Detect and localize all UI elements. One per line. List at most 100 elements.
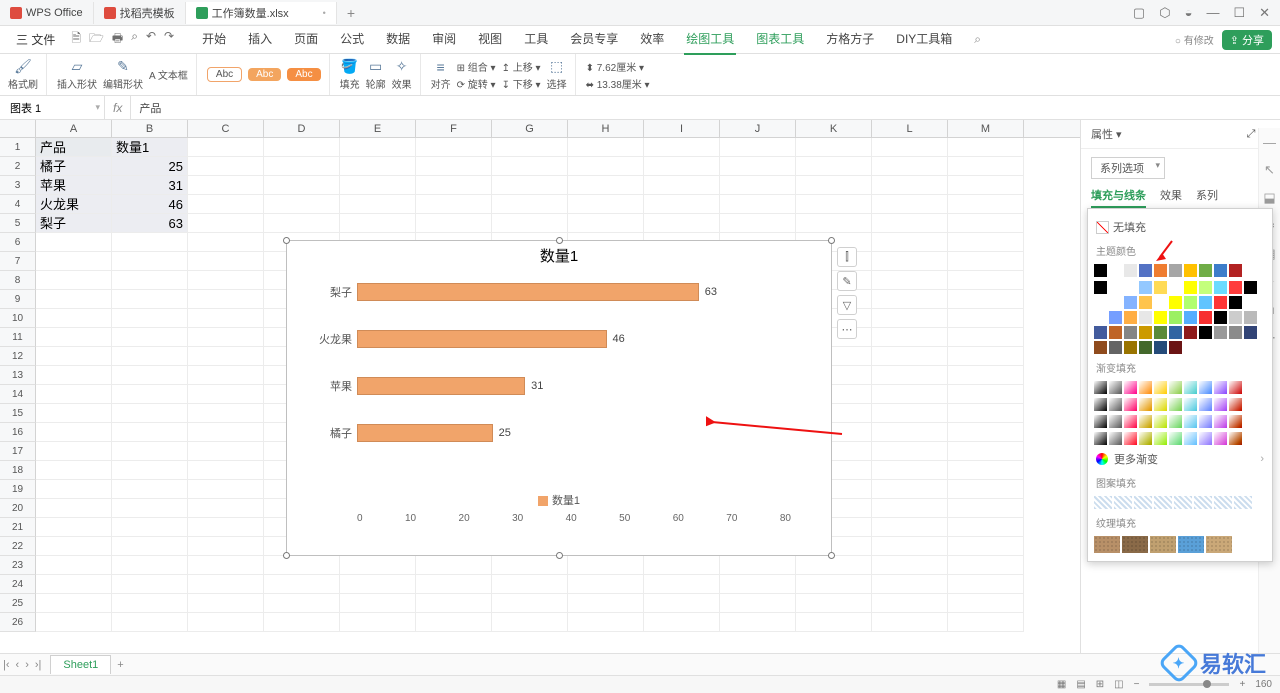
cell[interactable] <box>416 138 492 157</box>
color-swatch[interactable] <box>1154 281 1167 294</box>
color-swatch[interactable] <box>1184 296 1197 309</box>
color-swatch[interactable] <box>1244 296 1257 309</box>
color-swatch[interactable] <box>1169 326 1182 339</box>
cell[interactable] <box>340 594 416 613</box>
cell[interactable] <box>340 613 416 632</box>
cell[interactable] <box>416 214 492 233</box>
cell[interactable] <box>188 233 264 252</box>
cell[interactable] <box>948 613 1024 632</box>
cell[interactable] <box>416 613 492 632</box>
cell[interactable] <box>872 385 948 404</box>
col-header-A[interactable]: A <box>36 120 112 137</box>
color-swatch[interactable] <box>1244 281 1257 294</box>
cell[interactable] <box>416 157 492 176</box>
col-header-F[interactable]: F <box>416 120 492 137</box>
tab-insert[interactable]: 插入 <box>246 24 274 55</box>
row-header[interactable]: 17 <box>0 442 36 461</box>
cell[interactable] <box>188 518 264 537</box>
cell[interactable] <box>872 442 948 461</box>
col-header-G[interactable]: G <box>492 120 568 137</box>
cell[interactable] <box>948 404 1024 423</box>
row-header[interactable]: 12 <box>0 347 36 366</box>
open-icon[interactable]: 🗁 <box>89 29 104 50</box>
gradient-swatch[interactable] <box>1229 381 1242 394</box>
cell[interactable] <box>416 195 492 214</box>
cell[interactable] <box>416 575 492 594</box>
color-swatch[interactable] <box>1199 326 1212 339</box>
cell[interactable] <box>112 423 188 442</box>
color-swatch[interactable] <box>1124 281 1137 294</box>
cell[interactable] <box>644 195 720 214</box>
sheet-prev-icon[interactable]: ‹ <box>13 659 23 671</box>
cell[interactable] <box>492 575 568 594</box>
gradient-swatch[interactable] <box>1199 398 1212 411</box>
chart-elements-button[interactable]: ⫿ <box>837 247 857 267</box>
col-header-C[interactable]: C <box>188 120 264 137</box>
cell[interactable] <box>948 537 1024 556</box>
cell[interactable] <box>796 176 872 195</box>
tab-diy[interactable]: DIY工具箱 <box>894 24 954 55</box>
cell[interactable] <box>188 252 264 271</box>
cell[interactable] <box>948 157 1024 176</box>
tab-fanggezi[interactable]: 方格方子 <box>824 24 876 55</box>
shape-height-input[interactable]: ⬍ 7.62厘米 ▾ <box>586 59 650 74</box>
cell[interactable] <box>188 271 264 290</box>
cell[interactable] <box>568 214 644 233</box>
cell[interactable] <box>568 157 644 176</box>
tab-chart-tools[interactable]: 图表工具 <box>754 24 806 55</box>
color-swatch[interactable] <box>1139 311 1152 324</box>
resize-handle[interactable] <box>556 552 563 559</box>
color-swatch[interactable] <box>1214 264 1227 277</box>
cell[interactable] <box>644 138 720 157</box>
subtab-series[interactable]: 系列 <box>1196 187 1218 208</box>
color-swatch[interactable] <box>1094 296 1107 309</box>
cell[interactable] <box>872 461 948 480</box>
cell[interactable] <box>644 556 720 575</box>
cell[interactable] <box>872 575 948 594</box>
row-header[interactable]: 15 <box>0 404 36 423</box>
cell[interactable] <box>340 195 416 214</box>
cell[interactable] <box>416 594 492 613</box>
chart-filter-button[interactable]: ▽ <box>837 295 857 315</box>
color-swatch[interactable] <box>1094 311 1107 324</box>
cell[interactable] <box>568 613 644 632</box>
row-header[interactable]: 10 <box>0 309 36 328</box>
cell[interactable] <box>188 214 264 233</box>
window-minimize-icon[interactable]: — <box>1206 5 1219 21</box>
cell[interactable] <box>720 594 796 613</box>
add-sheet-button[interactable]: + <box>117 659 123 671</box>
cell[interactable] <box>36 271 112 290</box>
cell[interactable] <box>188 176 264 195</box>
color-swatch[interactable] <box>1124 326 1137 339</box>
edge-select-icon[interactable]: ↖ <box>1262 162 1278 178</box>
cell[interactable] <box>872 195 948 214</box>
cell[interactable] <box>796 214 872 233</box>
cell[interactable] <box>416 176 492 195</box>
chart-legend[interactable]: 数量1 <box>287 492 831 512</box>
row-header[interactable]: 4 <box>0 195 36 214</box>
cell[interactable] <box>188 461 264 480</box>
row-header[interactable]: 24 <box>0 575 36 594</box>
cell[interactable] <box>644 575 720 594</box>
cell[interactable] <box>36 347 112 366</box>
pattern-swatch[interactable] <box>1134 496 1152 509</box>
select-all-corner[interactable] <box>0 120 36 137</box>
cell[interactable] <box>644 157 720 176</box>
cell[interactable] <box>340 556 416 575</box>
cell[interactable] <box>264 613 340 632</box>
cell[interactable]: 火龙果 <box>36 195 112 214</box>
row-header[interactable]: 3 <box>0 176 36 195</box>
cell[interactable] <box>948 461 1024 480</box>
texture-swatch[interactable] <box>1094 536 1120 553</box>
cell[interactable] <box>720 195 796 214</box>
edit-shape-button[interactable]: ✎编辑形状 <box>103 59 143 91</box>
cell[interactable] <box>948 138 1024 157</box>
pattern-swatch[interactable] <box>1214 496 1232 509</box>
color-swatch[interactable] <box>1184 281 1197 294</box>
cell[interactable] <box>188 347 264 366</box>
color-swatch[interactable] <box>1229 264 1242 277</box>
color-swatch[interactable] <box>1244 326 1257 339</box>
gradient-swatch[interactable] <box>1169 381 1182 394</box>
cell[interactable] <box>492 594 568 613</box>
row-header[interactable]: 16 <box>0 423 36 442</box>
